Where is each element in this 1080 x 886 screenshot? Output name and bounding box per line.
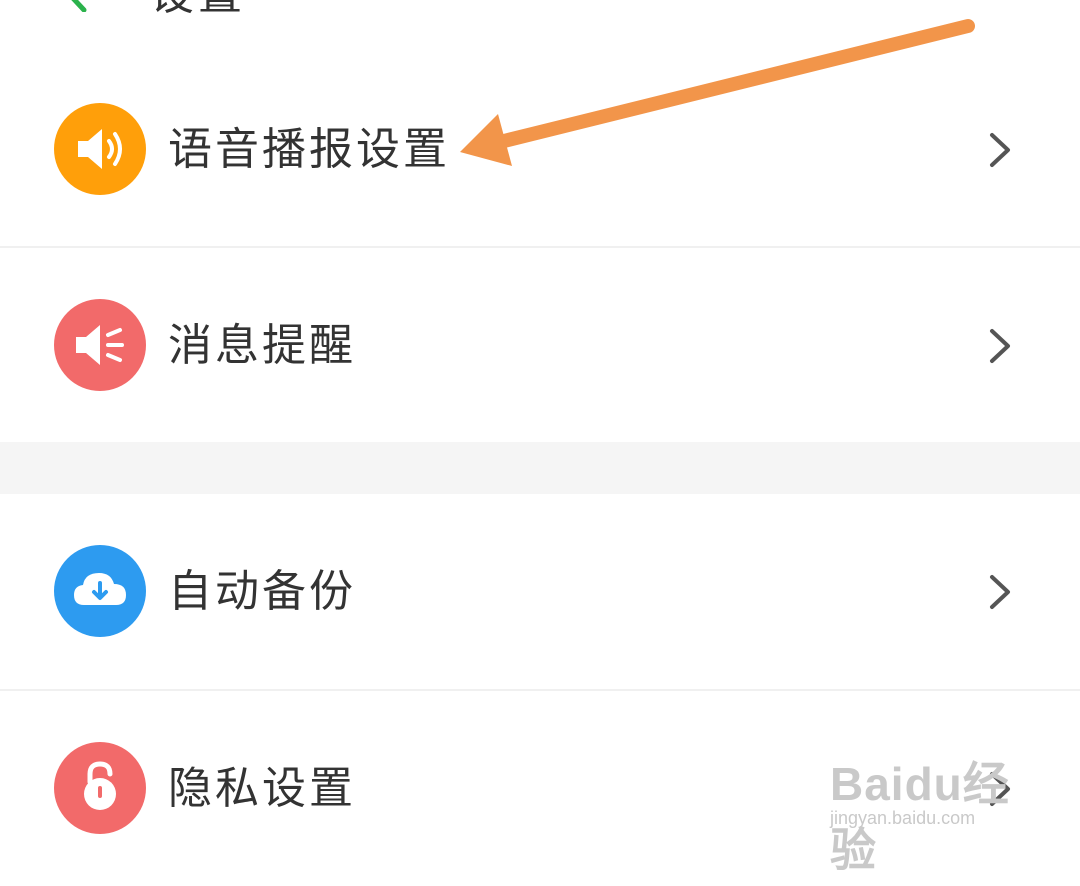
lock-icon xyxy=(54,742,146,834)
cloud-download-icon xyxy=(54,545,146,637)
header: 设置 xyxy=(0,0,1080,20)
page-title: 设置 xyxy=(150,0,246,20)
chevron-right-icon xyxy=(990,329,1010,363)
section-separator xyxy=(0,442,1080,494)
menu-item-message-reminder[interactable]: 消息提醒 xyxy=(0,248,1080,443)
chevron-right-icon xyxy=(990,575,1010,609)
menu-item-privacy-settings[interactable]: 隐私设置 xyxy=(0,691,1080,886)
menu-item-label: 隐私设置 xyxy=(168,763,356,814)
menu-item-label: 消息提醒 xyxy=(168,320,356,371)
speaker-icon xyxy=(54,103,146,195)
menu-item-label: 语音播报设置 xyxy=(168,124,450,175)
menu-item-voice-broadcast[interactable]: 语音播报设置 xyxy=(0,52,1080,247)
menu-item-label: 自动备份 xyxy=(168,566,356,617)
megaphone-icon xyxy=(54,299,146,391)
menu-item-auto-backup[interactable]: 自动备份 xyxy=(0,494,1080,689)
back-arrow-icon[interactable] xyxy=(60,0,94,12)
chevron-right-icon xyxy=(990,133,1010,167)
chevron-right-icon xyxy=(990,772,1010,806)
